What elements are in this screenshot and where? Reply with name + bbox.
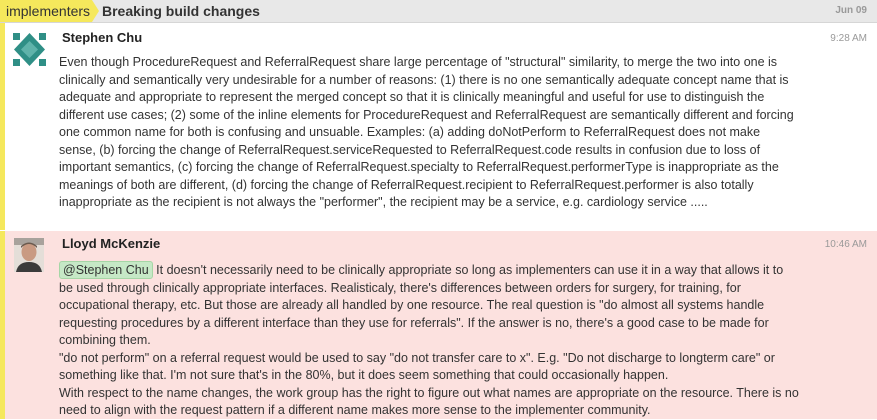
message-paragraph: With respect to the name changes, the wo… [59,385,799,418]
message-paragraph: @Stephen Chu It doesn't necessarily need… [59,261,799,350]
user-photo-avatar-icon[interactable] [14,238,44,272]
message-time: 10:46 AM [824,239,867,250]
message-body: @Stephen Chu It doesn't necessarily need… [59,261,799,420]
sender-name[interactable]: Stephen Chu [62,30,142,45]
message-paragraph: Even though ProcedureRequest and Referra… [59,55,794,209]
message-time: 9:28 AM [830,33,867,44]
topic-header: implementers Breaking build changes Jun … [0,0,877,23]
message-text: It doesn't necessarily need to be clinic… [59,263,784,347]
identicon-avatar-icon[interactable] [12,32,47,67]
user-mention[interactable]: @Stephen Chu [59,261,153,279]
topic-title[interactable]: Breaking build changes [102,0,260,22]
date-label: Jun 09 [835,5,867,16]
message-body: Even though ProcedureRequest and Referra… [59,54,799,212]
sender-name[interactable]: Lloyd McKenzie [62,236,160,251]
message-paragraph: "do not perform" on a referral request w… [59,350,775,383]
message: Stephen Chu 9:28 AM Even though Procedur… [0,23,877,230]
stream-arrow [92,0,99,22]
stream-label[interactable]: implementers [0,0,92,22]
message-highlighted: Lloyd McKenzie 10:46 AM @Stephen Chu It … [0,231,877,419]
